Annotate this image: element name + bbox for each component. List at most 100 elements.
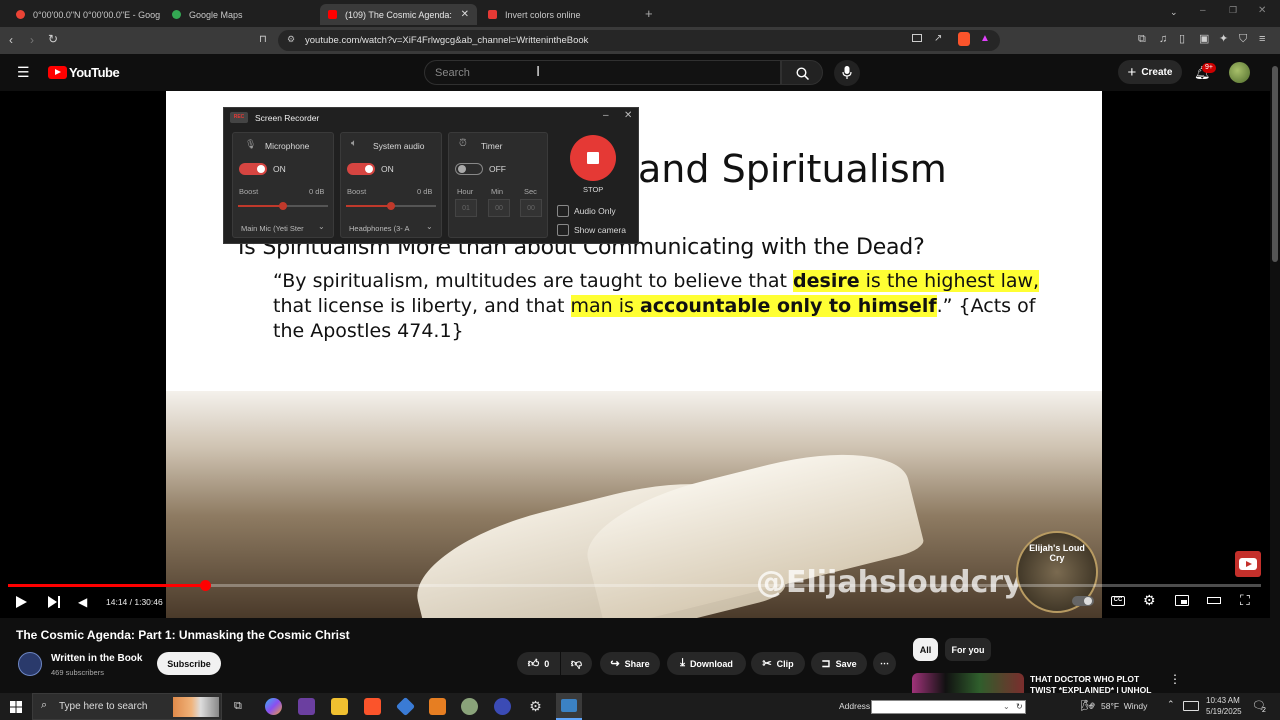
volume-icon[interactable]: ◀︎ <box>78 595 87 609</box>
mic-device-select[interactable]: Main Mic (Yeti Ster <box>241 224 304 233</box>
voice-search-button[interactable] <box>834 60 860 86</box>
captions-icon[interactable]: CC <box>1111 596 1125 606</box>
menu-icon[interactable]: ≡ <box>1259 33 1265 45</box>
dislike-button[interactable]: 👎︎ <box>561 652 592 675</box>
brave-rewards-icon[interactable]: ▲ <box>980 33 990 44</box>
reload-icon[interactable]: ↻ <box>48 33 58 45</box>
avatar[interactable] <box>1229 62 1250 83</box>
brave-shield-icon[interactable] <box>958 32 970 46</box>
media-icon[interactable]: ♫ <box>1159 33 1167 45</box>
task-view-icon[interactable]: ⧉ <box>234 700 242 713</box>
browser-tab-4[interactable]: Invert colors online <box>480 4 637 25</box>
address-toolbar-input[interactable]: ⌄ ↻ <box>871 700 1026 714</box>
progress-bar[interactable] <box>8 580 1261 591</box>
subscribe-button[interactable]: Subscribe <box>157 652 221 675</box>
search-input[interactable]: Search <box>424 60 781 85</box>
clock-date[interactable]: 5/19/2025 <box>1206 707 1242 716</box>
play-icon[interactable] <box>16 596 27 608</box>
audio-only-checkbox[interactable] <box>557 205 569 217</box>
vpn-icon[interactable]: ⛉ <box>1239 33 1247 45</box>
tab-search-icon[interactable]: ⌄ <box>1170 7 1178 18</box>
progress-scrubber[interactable] <box>199 580 211 591</box>
recommended-video-thumbnail[interactable] <box>912 673 1024 693</box>
sidebar-icon[interactable]: ▯ <box>1179 33 1185 45</box>
next-video-icon[interactable] <box>48 596 57 608</box>
mic-boost-slider[interactable] <box>238 202 328 210</box>
save-button[interactable]: ⊐ Save <box>811 652 867 675</box>
address-input[interactable]: ⚙ youtube.com/watch?v=XiF4Frlwgcg&ab_cha… <box>278 30 1000 51</box>
channel-name[interactable]: Written in the Book <box>51 653 142 664</box>
wallet-icon[interactable]: ▣ <box>1199 33 1209 45</box>
page-scrollbar[interactable] <box>1270 58 1280 698</box>
copilot-icon[interactable] <box>265 698 282 715</box>
download-button[interactable]: ⤓ Download <box>667 652 746 675</box>
go-icon[interactable]: ↻ <box>1016 702 1023 711</box>
clip-button[interactable]: ✂ Clip <box>751 652 805 675</box>
more-vertical-icon[interactable]: ⋮ <box>1169 672 1181 686</box>
recommended-video-title[interactable]: THAT DOCTOR WHO PLOT TWIST *EXPLAINED* |… <box>1030 674 1165 693</box>
site-info-icon[interactable]: ⚙ <box>287 34 295 45</box>
leo-icon[interactable]: ✦ <box>1219 33 1228 45</box>
recorder-close-icon[interactable]: ✕ <box>624 110 632 121</box>
weather-text[interactable]: 58°F Windy <box>1101 701 1147 711</box>
settings-gear-icon[interactable]: ⚙ <box>527 698 544 715</box>
screen-recorder-window[interactable]: REC Screen Recorder – ✕ 🎙︎ Microphone ON… <box>223 107 639 244</box>
microphone-toggle[interactable] <box>239 163 267 175</box>
extensions-icon[interactable]: ⧉ <box>1138 33 1146 45</box>
new-tab-icon[interactable]: + <box>645 6 653 21</box>
more-actions-button[interactable]: ⋯ <box>873 652 896 675</box>
hamburger-menu-icon[interactable]: ☰ <box>17 65 30 79</box>
youtube-branding-button[interactable] <box>1235 551 1261 577</box>
back-icon[interactable]: ‹ <box>9 34 13 46</box>
hour-input[interactable]: 01 <box>455 199 477 217</box>
sys-boost-slider[interactable] <box>346 202 436 210</box>
stop-recording-button[interactable] <box>570 135 616 181</box>
create-button[interactable]: + Create <box>1118 60 1182 84</box>
brave-browser-icon[interactable] <box>364 698 381 715</box>
autoplay-toggle[interactable] <box>1072 596 1094 606</box>
system-audio-toggle[interactable] <box>347 163 375 175</box>
like-button[interactable]: 👍︎ 0 <box>517 652 560 675</box>
close-window-icon[interactable]: ✕ <box>1258 5 1266 16</box>
maximize-icon[interactable]: ❐ <box>1229 5 1237 16</box>
recorder-minimize-icon[interactable]: – <box>603 110 609 121</box>
sys-device-select[interactable]: Headphones (3- A <box>349 224 409 233</box>
chip-all[interactable]: All <box>913 638 938 661</box>
app-icon[interactable] <box>298 698 315 715</box>
app-icon-2[interactable] <box>395 696 416 717</box>
miniplayer-icon[interactable] <box>1175 595 1189 606</box>
bookmark-icon[interactable]: ⊓ <box>259 34 267 46</box>
app-icon-4[interactable] <box>461 698 478 715</box>
browser-tab-3-active[interactable]: (109) The Cosmic Agenda: Part✕ <box>320 4 477 25</box>
show-hidden-icons-icon[interactable]: ⌃ <box>1167 699 1175 710</box>
browser-tab-2[interactable]: Google Maps <box>164 4 316 25</box>
scrollbar-thumb[interactable] <box>1272 66 1278 262</box>
close-tab-icon[interactable]: ✕ <box>461 9 469 20</box>
app-icon-3[interactable] <box>429 698 446 715</box>
app-icon-5[interactable] <box>494 698 511 715</box>
chip-for-you[interactable]: For you <box>945 638 991 661</box>
search-button[interactable] <box>781 60 823 85</box>
youtube-logo-icon[interactable] <box>48 66 67 79</box>
min-input[interactable]: 00 <box>488 199 510 217</box>
browser-tab-1[interactable]: 0°00'00.0"N 0°00'00.0"E - Google M <box>8 4 160 25</box>
windows-start-icon[interactable] <box>10 701 22 713</box>
fullscreen-icon[interactable]: ⛶ <box>1240 593 1250 607</box>
share-page-icon[interactable]: ↗ <box>934 33 942 44</box>
share-button[interactable]: ↪ Share <box>600 652 660 675</box>
youtube-logo-text[interactable]: YouTube <box>69 65 120 80</box>
show-camera-checkbox[interactable] <box>557 224 569 236</box>
clock-time[interactable]: 10:43 AM <box>1206 696 1240 705</box>
screen-recorder-taskbar-button[interactable] <box>556 693 582 720</box>
taskbar-search-input[interactable]: ⌕ Type here to search <box>32 693 222 720</box>
keyboard-icon[interactable] <box>1183 701 1199 711</box>
minimize-icon[interactable]: – <box>1200 5 1206 16</box>
cast-icon[interactable] <box>912 34 922 42</box>
settings-gear-icon[interactable]: ⚙ <box>1143 593 1156 607</box>
sec-input[interactable]: 00 <box>520 199 542 217</box>
channel-avatar[interactable] <box>18 652 42 676</box>
timer-toggle[interactable] <box>455 163 483 175</box>
theater-mode-icon[interactable] <box>1207 597 1221 604</box>
forward-icon[interactable]: › <box>30 34 34 46</box>
file-explorer-icon[interactable] <box>331 698 348 715</box>
